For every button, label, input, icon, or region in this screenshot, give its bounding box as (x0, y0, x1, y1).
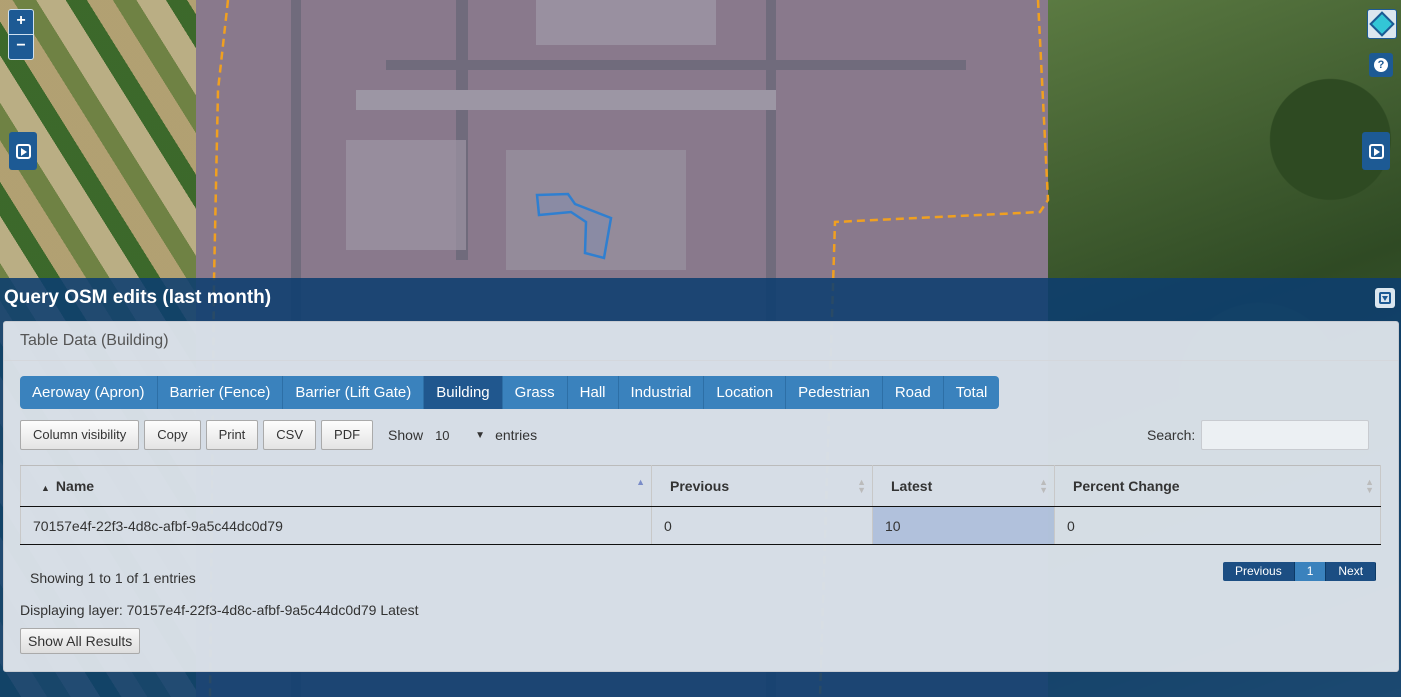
show-label: Show (388, 427, 424, 443)
entries-label: entries (495, 427, 538, 443)
category-tabs: Aeroway (Apron) Barrier (Fence) Barrier … (20, 376, 1000, 409)
collapse-panel-button[interactable] (1375, 288, 1395, 308)
column-header-previous[interactable]: Previous ▲ ▼ (651, 465, 873, 507)
layers-button[interactable] (1367, 9, 1397, 39)
sort-icon: ▲ ▼ (857, 477, 866, 495)
help-button[interactable]: ? (1369, 53, 1393, 77)
column-visibility-button[interactable]: Column visibility (20, 420, 140, 450)
displaying-layer-text: Displaying layer: 70157e4f-22f3-4d8c-afb… (20, 602, 419, 618)
expand-icon (1368, 143, 1384, 159)
card-title: Table Data (Building) (4, 322, 1398, 361)
panel-title: Query OSM edits (last month) (4, 287, 272, 308)
tab-location[interactable]: Location (704, 376, 787, 409)
tab-industrial[interactable]: Industrial (619, 376, 705, 409)
print-button[interactable]: Print (205, 420, 259, 450)
cell-name: 70157e4f-22f3-4d8c-afbf-9a5c44dc0d79 (20, 506, 652, 545)
table-toolbar: Column visibility Copy Print CSV PDF Sho… (20, 420, 537, 450)
sort-icon: ▲ ▼ (1039, 477, 1048, 495)
column-header-name[interactable]: ▲ Name ▲ (20, 465, 652, 507)
table-card: Table Data (Building) Aeroway (Apron) Ba… (3, 321, 1399, 672)
pagination-next-button[interactable]: Next (1326, 562, 1377, 581)
expand-icon (15, 143, 31, 159)
zoom-in-button[interactable]: + (9, 10, 33, 34)
cell-latest: 10 (872, 506, 1055, 545)
search-area: Search: (1147, 420, 1370, 450)
tab-road[interactable]: Road (883, 376, 944, 409)
tab-total[interactable]: Total (944, 376, 1000, 409)
column-header-latest[interactable]: Latest ▲ ▼ (872, 465, 1055, 507)
table-row[interactable]: 70157e4f-22f3-4d8c-afbf-9a5c44dc0d79 0 1… (20, 506, 1381, 545)
left-panel-toggle-button[interactable] (9, 132, 37, 170)
tab-barrier-fence[interactable]: Barrier (Fence) (158, 376, 284, 409)
zoom-control: + − (8, 9, 34, 60)
entries-select-value: 10 (435, 427, 450, 443)
cell-previous: 0 (651, 506, 873, 545)
sort-asc-icon: ▲ (41, 483, 50, 493)
search-label: Search: (1147, 427, 1196, 443)
csv-button[interactable]: CSV (263, 420, 317, 450)
tab-building[interactable]: Building (424, 376, 503, 409)
tab-grass[interactable]: Grass (503, 376, 568, 409)
table-info: Showing 1 to 1 of 1 entries (30, 570, 196, 586)
table-header-row: ▲ Name ▲ Previous ▲ ▼ Latest ▲ ▼ Percent Ch… (20, 465, 1381, 507)
sort-icon: ▲ ▼ (1365, 477, 1374, 495)
tab-pedestrian[interactable]: Pedestrian (786, 376, 883, 409)
pagination-page-1[interactable]: 1 (1294, 562, 1327, 581)
pagination-previous-button[interactable]: Previous (1223, 562, 1295, 581)
column-header-percent-change[interactable]: Percent Change ▲ ▼ (1054, 465, 1381, 507)
tab-aeroway-apron[interactable]: Aeroway (Apron) (20, 376, 158, 409)
help-icon: ? (1374, 58, 1388, 72)
layers-icon (1369, 11, 1395, 37)
cell-percent-change: 0 (1054, 506, 1381, 545)
tab-hall[interactable]: Hall (568, 376, 619, 409)
pdf-button[interactable]: PDF (321, 420, 374, 450)
collapse-icon (1379, 292, 1391, 304)
tab-barrier-lift-gate[interactable]: Barrier (Lift Gate) (283, 376, 425, 409)
right-panel-toggle-button[interactable] (1362, 132, 1390, 170)
data-table: ▲ Name ▲ Previous ▲ ▼ Latest ▲ ▼ Percent Ch… (20, 465, 1381, 545)
selected-building-outline (535, 192, 613, 260)
search-input[interactable] (1201, 420, 1370, 450)
zoom-out-button[interactable]: − (9, 34, 33, 59)
pagination: Previous 1 Next (1223, 562, 1377, 581)
show-all-results-button[interactable]: Show All Results (20, 628, 141, 654)
entries-select[interactable]: 10 ▼ (431, 422, 489, 448)
chevron-down-icon: ▼ (475, 429, 486, 441)
sort-icon: ▲ (636, 477, 645, 487)
copy-button[interactable]: Copy (144, 420, 201, 450)
